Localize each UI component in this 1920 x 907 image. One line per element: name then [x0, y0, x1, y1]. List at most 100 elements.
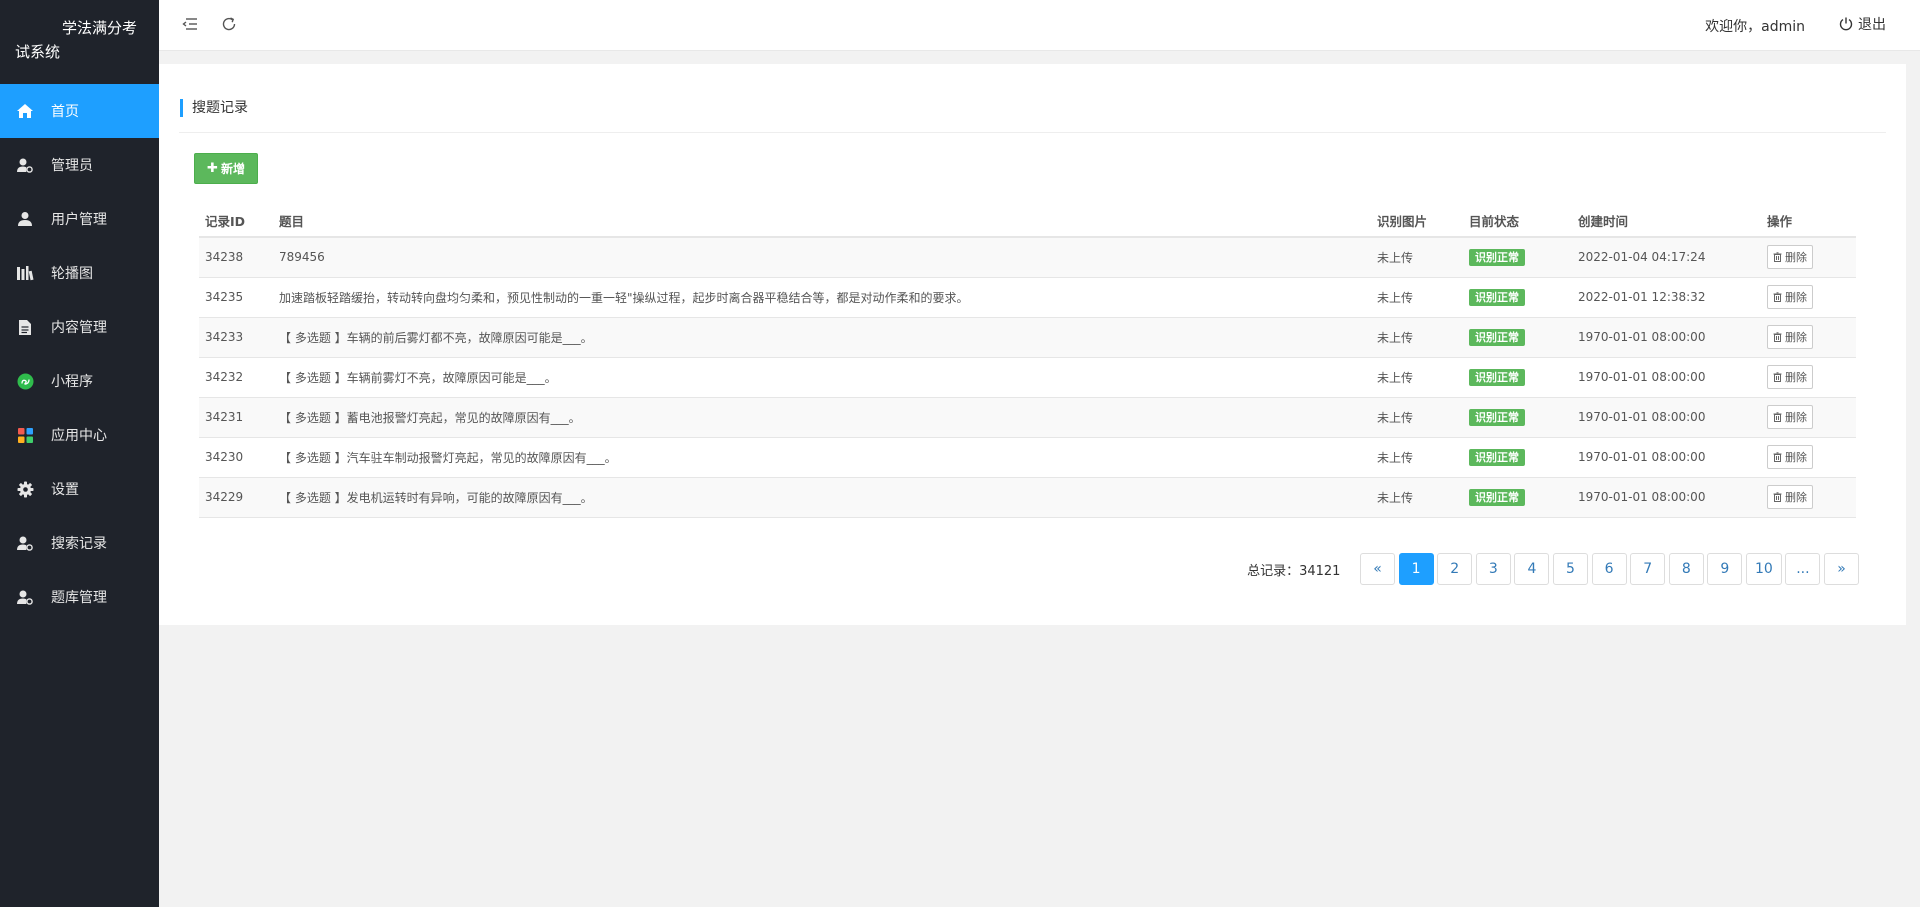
delete-label: 删除 [1785, 451, 1807, 464]
image-status: 未上传 [1371, 317, 1463, 358]
main-card: 搜题记录 ✚ 新增 记录ID 题目 识别图片 目前状态 创建时间 操作 34238 7894… [159, 64, 1906, 625]
sidebar-item-label: 应用中心 [51, 428, 107, 444]
sidebar-item-1[interactable]: 管理员 [0, 138, 159, 192]
table-row: 34233 【 多选题 】车辆的前后雾灯都不亮，故障原因可能是___。 未上传 识别正… [199, 317, 1856, 358]
delete-button[interactable]: 删除 [1767, 325, 1813, 349]
page-next[interactable]: » [1824, 553, 1859, 585]
admin-icon [16, 156, 34, 174]
trash-icon [1773, 372, 1785, 382]
page-number[interactable]: 4 [1514, 553, 1550, 585]
image-status: 未上传 [1371, 277, 1463, 318]
question-text: 【 多选题 】蓄电池报警灯亮起，常见的故障原因有___。 [273, 397, 1371, 438]
brand-title: 学法满分考 试系统 [0, 0, 159, 84]
trash-icon [1773, 252, 1785, 263]
sidebar-item-8[interactable]: 搜索记录 [0, 516, 159, 570]
trash-icon [1773, 492, 1785, 502]
image-status: 未上传 [1371, 477, 1463, 518]
image-status: 未上传 [1371, 237, 1463, 278]
created-time: 2022-01-04 04:17:24 [1572, 237, 1761, 278]
question-bank-icon [16, 588, 34, 606]
column-header: 题目 [273, 204, 1371, 238]
sidebar-item-3[interactable]: 轮播图 [0, 246, 159, 300]
document-icon [16, 318, 34, 336]
page-number[interactable]: 6 [1591, 553, 1627, 585]
created-time: 1970-01-01 08:00:00 [1572, 357, 1761, 398]
sidebar-item-4[interactable]: 内容管理 [0, 300, 159, 354]
image-status: 未上传 [1371, 437, 1463, 478]
search-record-icon [16, 534, 34, 552]
refresh-icon[interactable] [220, 15, 238, 33]
plus-icon: ✚ [207, 161, 218, 176]
table-row: 34231 【 多选题 】蓄电池报警灯亮起，常见的故障原因有___。 未上传 识别正常… [199, 397, 1856, 438]
page-number[interactable]: 3 [1475, 553, 1511, 585]
delete-label: 删除 [1785, 331, 1807, 344]
records-table-wrap: 记录ID 题目 识别图片 目前状态 创建时间 操作 34238 789456 未上传 识别正常 2… [199, 204, 1856, 518]
delete-button[interactable]: 删除 [1767, 285, 1813, 309]
question-text: 加速踏板轻踏缓抬，转动转向盘均匀柔和，预见性制动的一重一轻"操纵过程，起步时离合… [273, 277, 1371, 318]
delete-button[interactable]: 删除 [1767, 405, 1813, 429]
page-prev[interactable]: « [1360, 553, 1396, 585]
menu-toggle-icon[interactable] [181, 15, 199, 33]
add-button[interactable]: ✚ 新增 [194, 153, 258, 184]
page-number[interactable]: 1 [1398, 553, 1434, 585]
delete-button[interactable]: 删除 [1767, 365, 1813, 389]
brand-title-line1: 学法满分考 [62, 19, 138, 37]
created-time: 1970-01-01 08:00:00 [1572, 397, 1761, 438]
total-records: 总记录：34121 [1247, 563, 1341, 579]
sidebar-item-6[interactable]: 应用中心 [0, 408, 159, 462]
record-id: 34235 [199, 277, 273, 318]
page-numbers: 1 2 3 4 5 6 7 8 9 10... [1395, 553, 1821, 585]
column-header: 记录ID [199, 204, 273, 238]
delete-label: 删除 [1785, 371, 1807, 384]
status-badge: 识别正常 [1469, 248, 1525, 266]
sidebar-item-7[interactable]: 设置 [0, 462, 159, 516]
delete-label: 删除 [1785, 491, 1807, 504]
record-id: 34233 [199, 317, 273, 358]
page-ellipsis[interactable]: ... [1785, 553, 1821, 585]
table-row: 34238 789456 未上传 识别正常 2022-01-04 04:17:24 删除 [199, 237, 1856, 278]
record-id: 34232 [199, 357, 273, 398]
sidebar-item-0[interactable]: 首页 [0, 84, 159, 138]
status-badge: 识别正常 [1469, 368, 1525, 386]
mini-program-icon [16, 372, 34, 390]
page-number[interactable]: 2 [1437, 553, 1473, 585]
sidebar: 学法满分考 试系统 首页管理员用户管理轮播图内容管理小程序应用中心设置搜索记录题… [0, 0, 159, 907]
trash-icon [1773, 412, 1785, 422]
column-header: 目前状态 [1463, 204, 1572, 238]
delete-button[interactable]: 删除 [1767, 245, 1813, 270]
delete-button[interactable]: 删除 [1767, 445, 1813, 469]
table-body: 34238 789456 未上传 识别正常 2022-01-04 04:17:24 删除 3… [199, 237, 1856, 518]
sidebar-item-label: 内容管理 [51, 320, 107, 336]
record-id: 34230 [199, 437, 273, 478]
sidebar-item-label: 管理员 [51, 158, 93, 174]
page-number[interactable]: 7 [1630, 553, 1666, 585]
question-text: 【 多选题 】车辆的前后雾灯都不亮，故障原因可能是___。 [273, 317, 1371, 358]
sidebar-item-label: 小程序 [51, 374, 93, 390]
page-number[interactable]: 5 [1553, 553, 1589, 585]
user-icon [16, 210, 34, 228]
question-text: 【 多选题 】车辆前雾灯不亮，故障原因可能是___。 [273, 357, 1371, 398]
created-time: 1970-01-01 08:00:00 [1572, 317, 1761, 358]
sidebar-item-2[interactable]: 用户管理 [0, 192, 159, 246]
sidebar-item-label: 首页 [51, 104, 79, 120]
page-number[interactable]: 8 [1668, 553, 1704, 585]
question-text: 789456 [273, 237, 1371, 278]
page-number[interactable]: 10 [1745, 553, 1782, 585]
page-number[interactable]: 9 [1707, 553, 1743, 585]
image-status: 未上传 [1371, 397, 1463, 438]
sidebar-nav: 首页管理员用户管理轮播图内容管理小程序应用中心设置搜索记录题库管理 [0, 84, 159, 624]
column-header: 创建时间 [1572, 204, 1761, 238]
top-header: 欢迎你，admin 退出 [159, 0, 1920, 51]
trash-icon [1773, 452, 1785, 462]
sidebar-item-9[interactable]: 题库管理 [0, 570, 159, 624]
status-badge: 识别正常 [1469, 488, 1525, 506]
column-header: 操作 [1761, 204, 1856, 238]
pagination: 总记录：34121 « 1 2 3 4 5 6 7 8 9 10... » [1247, 553, 1859, 585]
status-badge: 识别正常 [1469, 448, 1525, 466]
sidebar-item-label: 搜索记录 [51, 536, 107, 552]
sidebar-item-label: 用户管理 [51, 212, 107, 228]
sidebar-item-5[interactable]: 小程序 [0, 354, 159, 408]
logout-button[interactable]: 退出 [1838, 14, 1886, 34]
status-badge: 识别正常 [1469, 328, 1525, 346]
delete-button[interactable]: 删除 [1767, 485, 1813, 509]
